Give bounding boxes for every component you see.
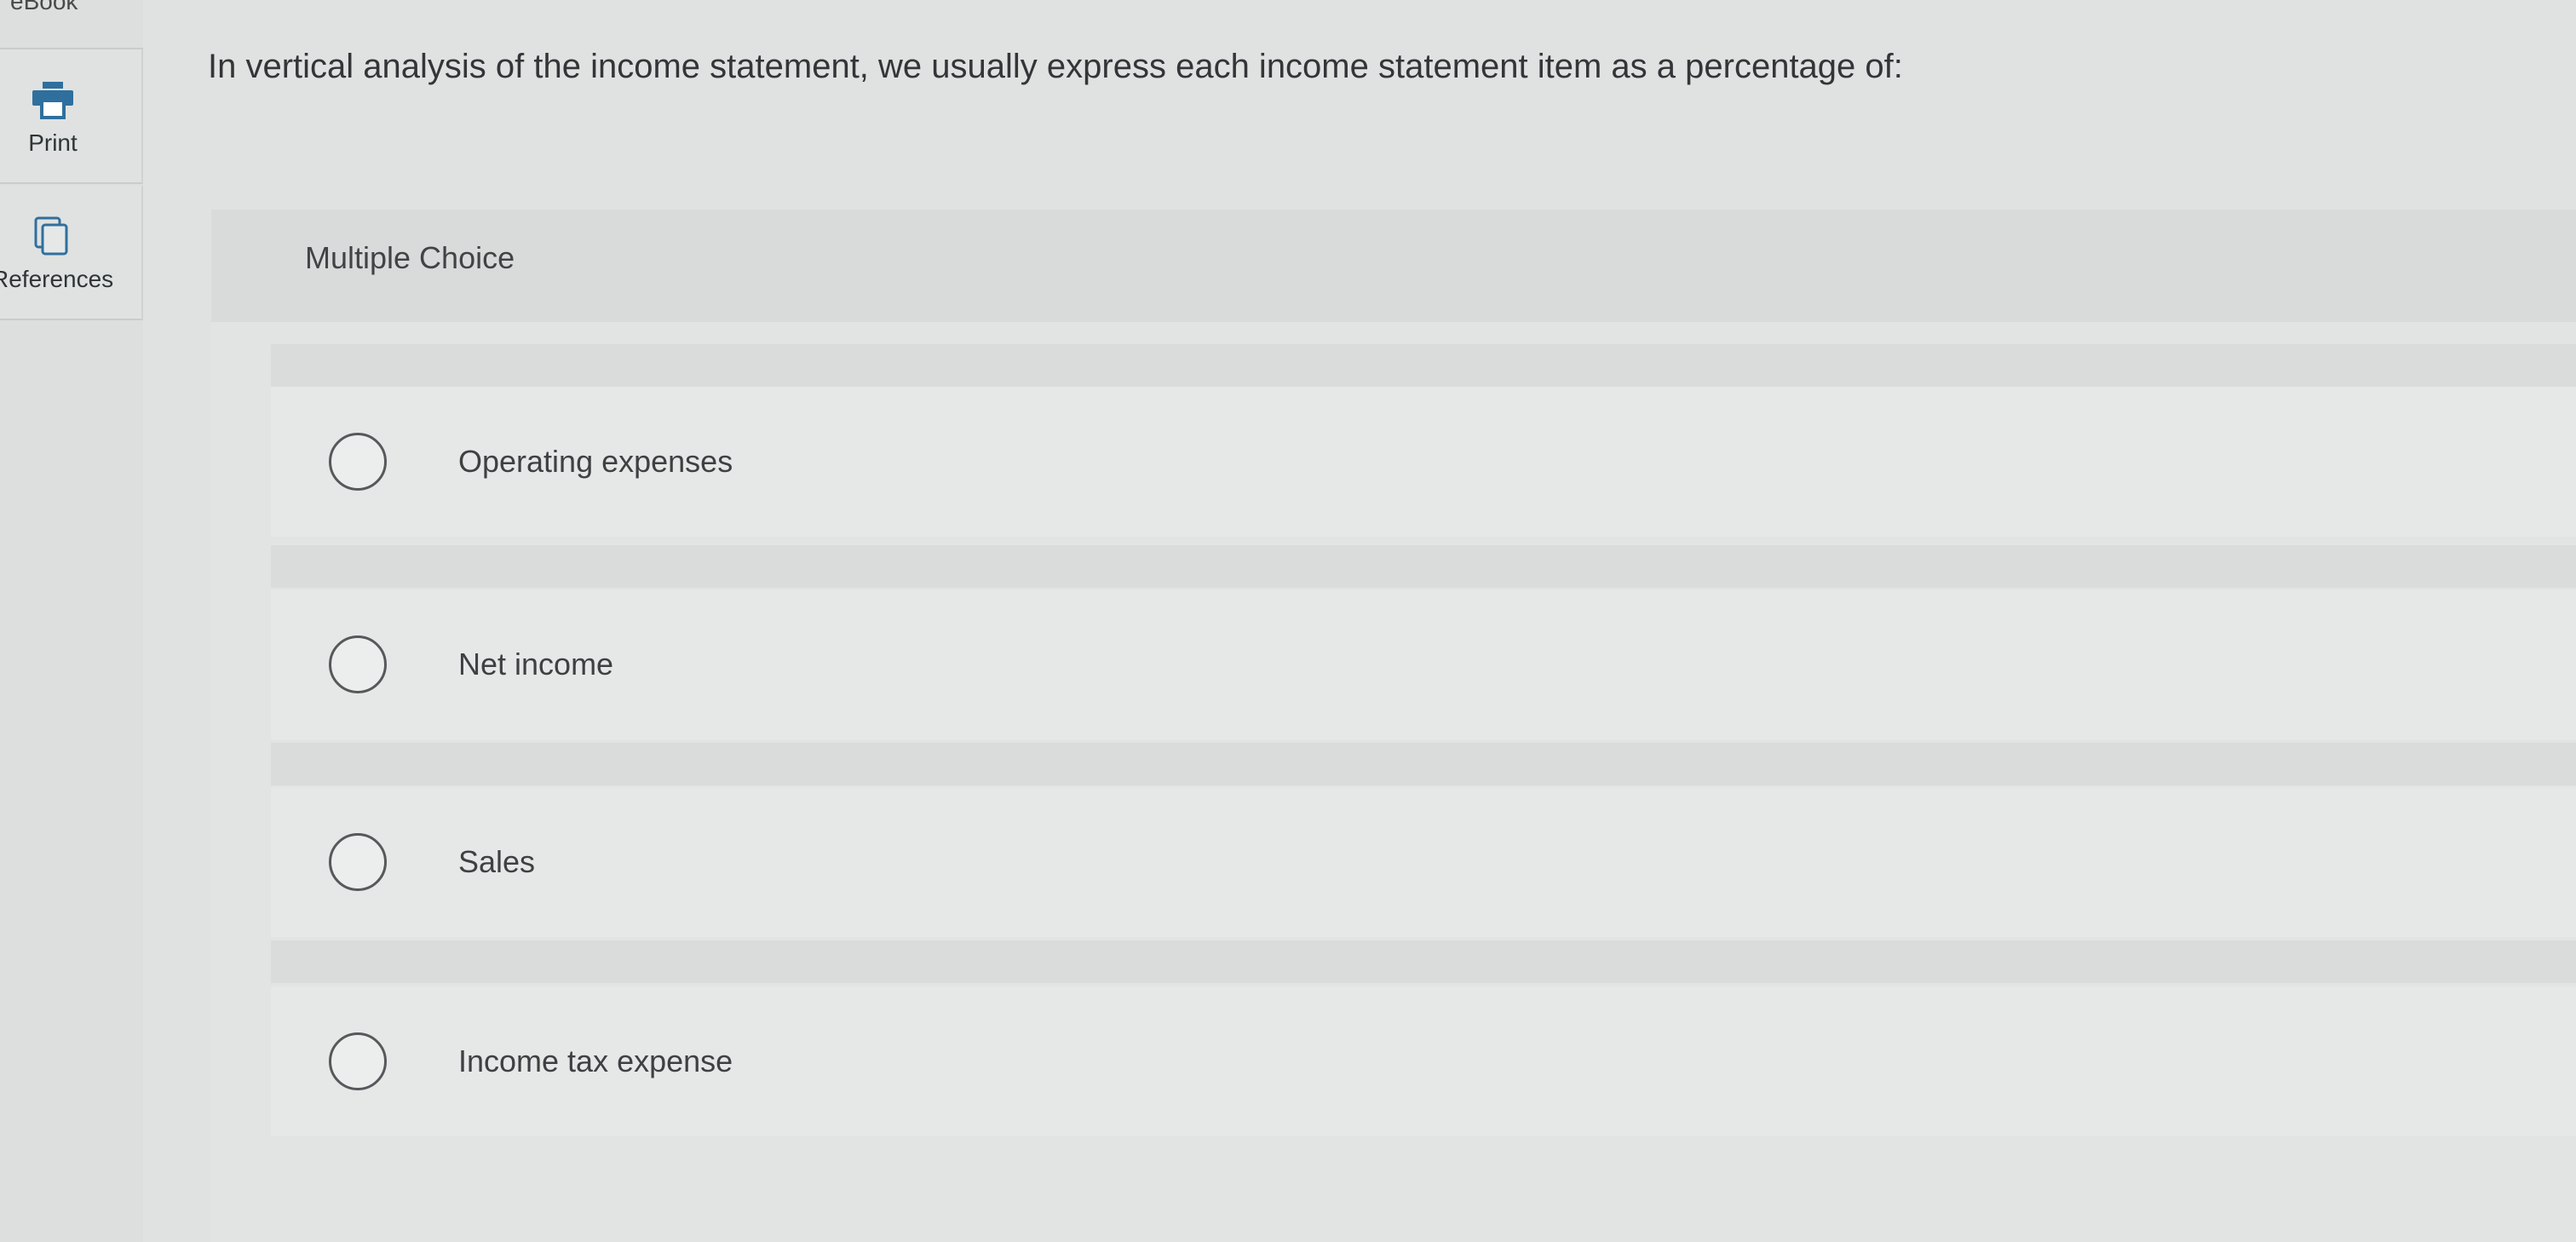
- radio-button[interactable]: [329, 433, 387, 491]
- answer-option[interactable]: Operating expenses: [271, 387, 2576, 537]
- divider: [271, 545, 2576, 588]
- print-label: Print: [28, 129, 78, 156]
- divider: [271, 940, 2576, 983]
- answer-option[interactable]: Income tax expense: [271, 986, 2576, 1136]
- printer-icon: [32, 82, 73, 119]
- ebook-label: eBook: [10, 0, 78, 14]
- copy-pages-icon: [34, 216, 68, 256]
- references-label: References: [0, 266, 114, 292]
- radio-button[interactable]: [329, 833, 387, 891]
- ebook-tab[interactable]: eBook: [0, 0, 143, 49]
- tool-rail: eBook Print References: [0, 0, 143, 1242]
- option-label: Income tax expense: [458, 1044, 733, 1078]
- references-button[interactable]: References: [0, 186, 143, 320]
- multiple-choice-label: Multiple Choice: [305, 240, 515, 275]
- radio-button[interactable]: [329, 635, 387, 693]
- answer-option[interactable]: Sales: [271, 787, 2576, 937]
- divider: [271, 743, 2576, 785]
- option-label: Operating expenses: [458, 444, 733, 479]
- option-label: Net income: [458, 647, 614, 681]
- answer-option[interactable]: Net income: [271, 589, 2576, 739]
- option-label: Sales: [458, 844, 536, 879]
- question-text: In vertical analysis of the income state…: [208, 48, 1903, 85]
- divider: [271, 344, 2576, 387]
- multiple-choice-header: [211, 210, 2576, 322]
- print-button[interactable]: Print: [0, 49, 143, 184]
- radio-button[interactable]: [329, 1032, 387, 1090]
